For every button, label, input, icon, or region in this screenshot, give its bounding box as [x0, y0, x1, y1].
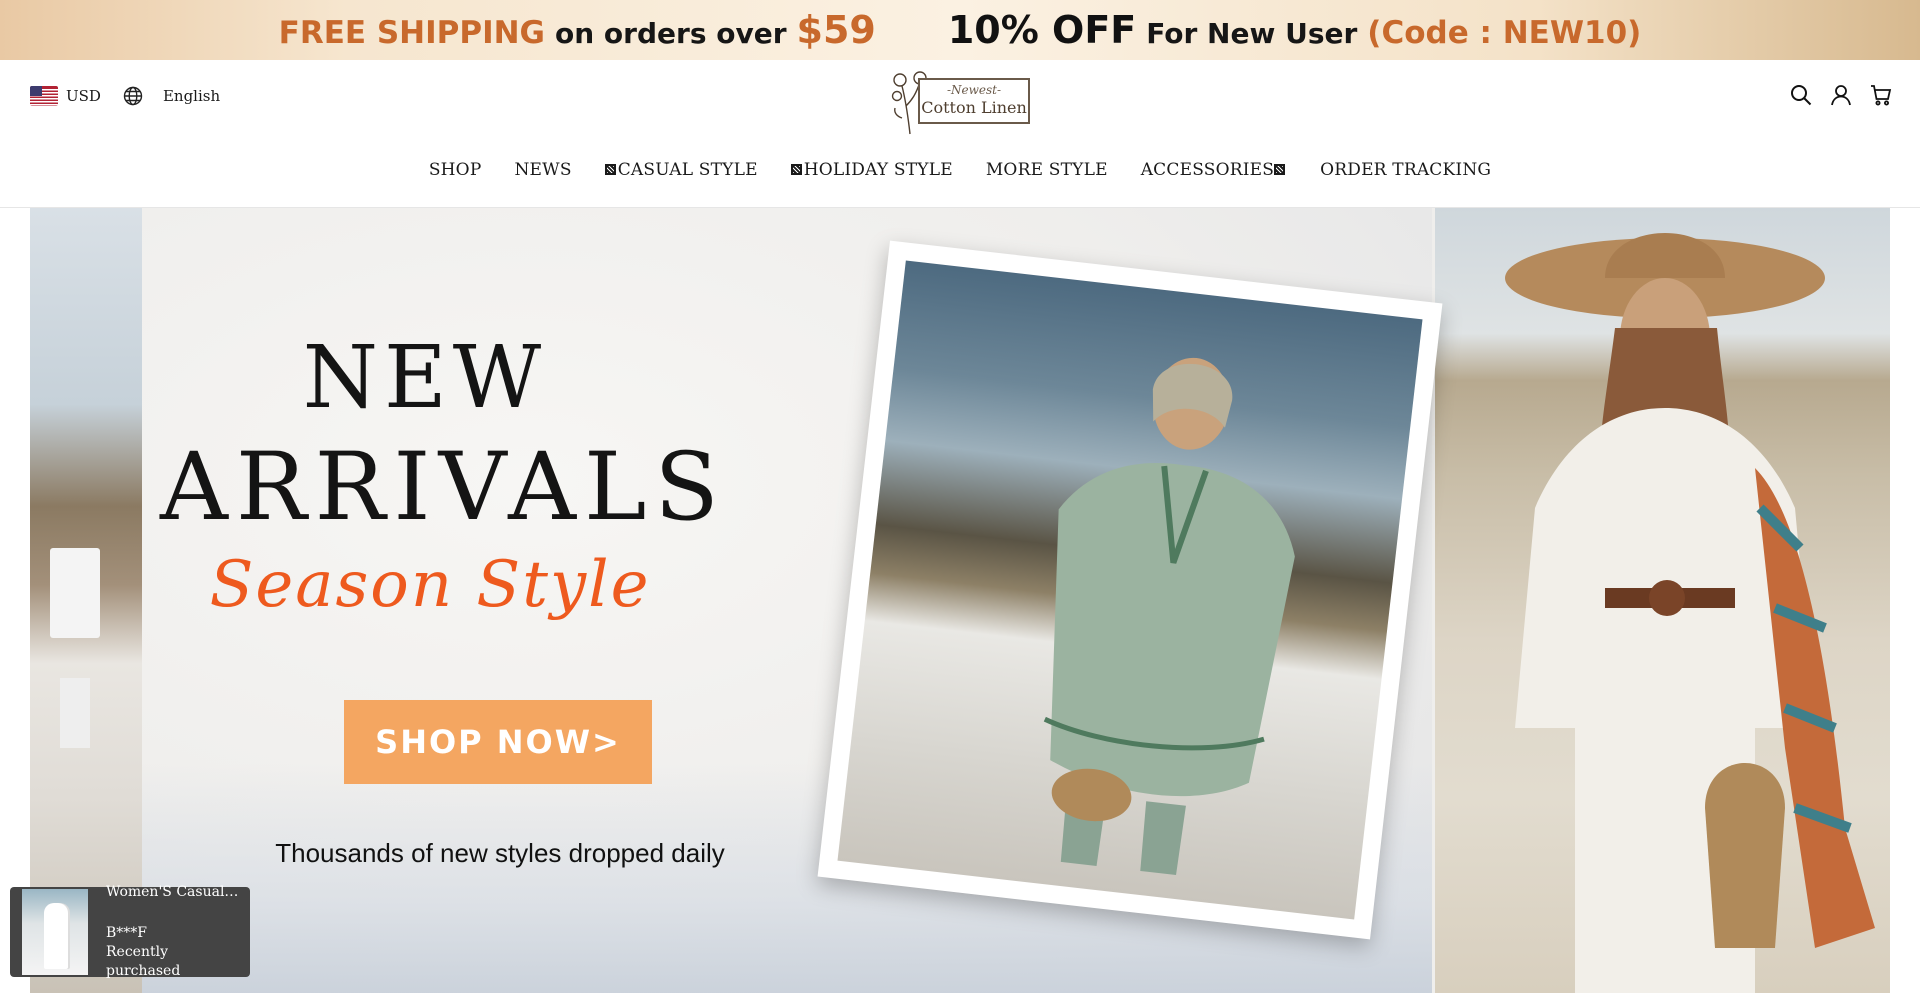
search-icon[interactable] [1790, 84, 1812, 106]
nav-holiday-style-label: HOLIDAY STYLE [803, 160, 953, 180]
site-logo[interactable]: -Newest- Cotton Linen [888, 66, 1032, 135]
announcement-bar: FREE SHIPPING on orders over $59 10% OFF… [0, 0, 1920, 60]
nav-more-style[interactable]: MORE STYLE [986, 160, 1108, 180]
toast-text: Women'S Casual F... B***F Recently purch… [106, 883, 242, 981]
placeholder-glyph-icon [604, 163, 616, 175]
placeholder-glyph-icon [790, 163, 802, 175]
model-figure [1043, 357, 1295, 876]
hero-headline-new: NEW [302, 328, 548, 428]
hero-left-photo [30, 208, 142, 993]
account-icon[interactable] [1830, 84, 1852, 106]
hero-polaroid-photo [817, 240, 1443, 940]
shipping-threshold: $59 [796, 8, 876, 52]
shipping-promo: FREE SHIPPING on orders over $59 [279, 8, 876, 52]
hero-banner[interactable]: NEW ARRIVALS Season Style SHOP NOW> Thou… [30, 208, 1890, 993]
currency-label[interactable]: USD [66, 87, 101, 105]
nav-order-tracking[interactable]: ORDER TRACKING [1320, 160, 1491, 180]
shop-now-button[interactable]: SHOP NOW> [344, 700, 652, 784]
header-actions [1790, 84, 1892, 106]
toast-status: Recently purchased [106, 944, 181, 979]
new-user-promo: 10% OFF For New User (Code : NEW10) [948, 8, 1641, 52]
nav-casual-style-label: CASUAL STYLE [617, 160, 758, 180]
hero-tagline: Thousands of new styles dropped daily [275, 838, 725, 868]
new-user-text: For New User [1146, 17, 1358, 50]
locale-selector[interactable]: USD English [30, 86, 220, 106]
logo-line-2: Cotton Linen [921, 98, 1027, 117]
model-figure [1505, 233, 1875, 993]
cart-icon[interactable] [1870, 84, 1892, 106]
free-shipping-text: FREE SHIPPING [278, 15, 546, 51]
model-photo [837, 260, 1423, 920]
toast-buyer: B***F [106, 925, 148, 942]
nav-holiday-style[interactable]: HOLIDAY STYLE [790, 160, 953, 180]
logo-line-1: -Newest- [946, 83, 1002, 97]
toast-product-name: Women'S Casual F... [106, 884, 242, 901]
us-flag-icon [30, 86, 58, 106]
hero-headline-arrivals: ARRIVALS [160, 433, 727, 542]
nav-news[interactable]: NEWS [514, 160, 571, 180]
nav-shop[interactable]: SHOP [429, 160, 482, 180]
recent-purchase-toast[interactable]: Women'S Casual F... B***F Recently purch… [10, 884, 250, 979]
language-label[interactable]: English [163, 87, 220, 105]
promo-code: (Code : NEW10) [1367, 15, 1642, 51]
nav-casual-style[interactable]: CASUAL STYLE [604, 160, 758, 180]
discount-text: 10% OFF [947, 8, 1137, 52]
product-thumbnail [22, 889, 88, 975]
site-header: USD English -Newest- Cotton Linen SHOP N… [0, 60, 1920, 208]
main-nav: SHOP NEWS CASUAL STYLE HOLIDAY STYLE MOR… [0, 160, 1920, 180]
hero-headline-script: Season Style [209, 548, 651, 622]
orders-over-text: on orders over [555, 17, 787, 50]
hero-right-photo [1435, 208, 1890, 993]
globe-icon[interactable] [123, 86, 143, 106]
logo-wordmark: -Newest- Cotton Linen [918, 78, 1030, 124]
nav-accessories[interactable]: ACCESSORIES [1141, 160, 1287, 180]
nav-accessories-label: ACCESSORIES [1140, 160, 1275, 180]
placeholder-glyph-icon [1274, 163, 1286, 175]
